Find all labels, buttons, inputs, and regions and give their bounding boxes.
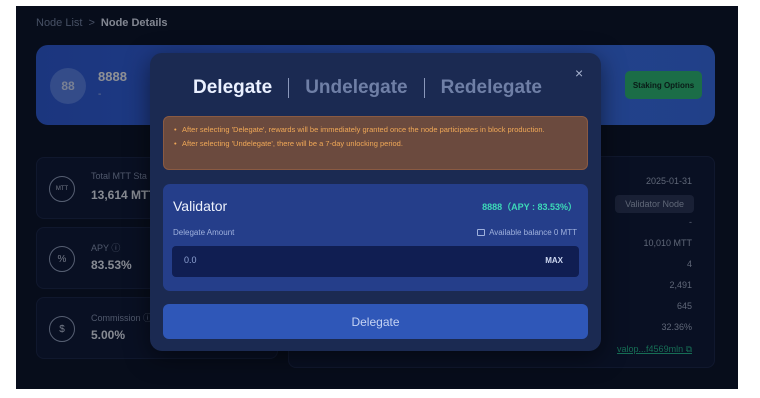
delegate-modal: Delegate Undelegate Redelegate × After s… [150, 53, 601, 351]
delegate-submit-button[interactable]: Delegate [163, 304, 588, 339]
validator-panel: Validator 8888（APY : 83.53%） Delegate Am… [163, 184, 588, 291]
tab-divider [288, 78, 290, 98]
delegate-amount-input[interactable] [184, 255, 484, 265]
validator-title: Validator [173, 198, 228, 214]
amount-field-container: MAX [172, 246, 579, 277]
tab-delegate[interactable]: Delegate [193, 77, 272, 99]
warning-notice: After selecting 'Delegate', rewards will… [163, 116, 588, 170]
available-balance: Available balance 0 MTT [477, 228, 577, 237]
notice-text: After selecting 'Undelegate', there will… [174, 139, 577, 149]
tab-redelegate[interactable]: Redelegate [441, 77, 542, 99]
tab-divider [423, 78, 425, 98]
modal-tabs: Delegate Undelegate Redelegate [193, 77, 542, 99]
notice-text: After selecting 'Delegate', rewards will… [174, 125, 577, 135]
close-icon[interactable]: × [575, 65, 583, 81]
delegate-amount-label: Delegate Amount [173, 228, 235, 237]
validator-apy: 8888（APY : 83.53%） [482, 202, 577, 212]
tab-undelegate[interactable]: Undelegate [305, 77, 407, 99]
app-frame: Node List > Node Details 88 8888 - Staki… [16, 6, 738, 389]
max-button[interactable]: MAX [545, 256, 563, 265]
wallet-icon [477, 229, 486, 236]
available-balance-text: Available balance 0 MTT [489, 228, 577, 237]
